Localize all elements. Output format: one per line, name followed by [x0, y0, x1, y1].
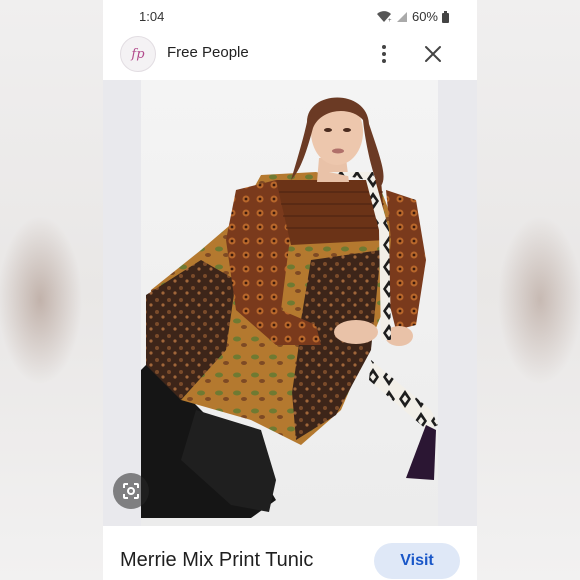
- product-title: Merrie Mix Print Tunic: [120, 549, 314, 571]
- status-bar: 1:04 + 60%: [103, 0, 477, 32]
- browser-header: fp Free People: [103, 32, 477, 76]
- phone-screen: 1:04 + 60% fp Free People Merrie Mix Pri…: [103, 0, 477, 580]
- status-icons: + 60%: [376, 9, 449, 24]
- product-footer: Merrie Mix Print Tunic Visit: [103, 526, 477, 580]
- site-name: Free People: [167, 44, 249, 61]
- site-logo: fp: [120, 36, 156, 72]
- logo-text: fp: [131, 46, 145, 62]
- signal-icon: [396, 11, 407, 22]
- status-time: 1:04: [139, 9, 165, 24]
- product-photo[interactable]: [141, 80, 438, 526]
- close-icon[interactable]: [421, 42, 445, 66]
- svg-text:+: +: [388, 18, 392, 23]
- more-vert-icon[interactable]: [374, 42, 394, 66]
- battery-icon: [442, 10, 449, 23]
- visit-button[interactable]: Visit: [374, 543, 460, 579]
- wifi-icon: +: [376, 10, 392, 23]
- google-lens-icon: [123, 483, 139, 499]
- model-illustration: [141, 97, 438, 518]
- battery-percent: 60%: [411, 9, 438, 24]
- image-viewer: [103, 80, 477, 526]
- google-lens-button[interactable]: [113, 473, 149, 509]
